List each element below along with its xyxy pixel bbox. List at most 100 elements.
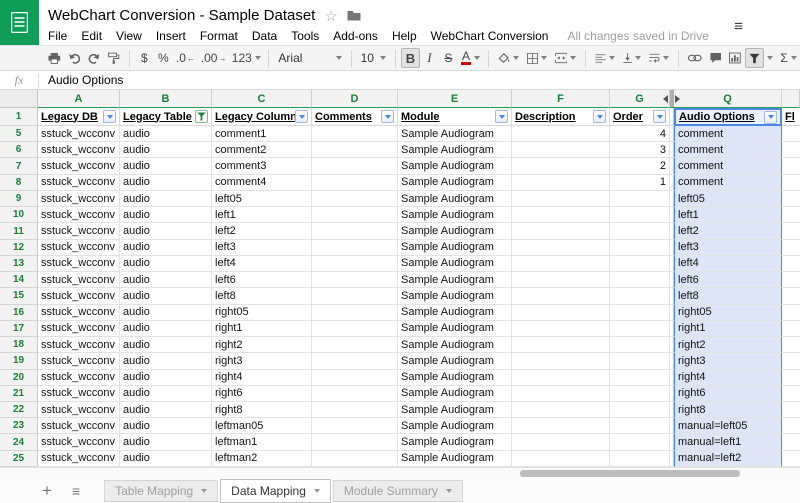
table-cell[interactable] xyxy=(782,288,800,304)
table-cell[interactable]: sstuck_wcconv xyxy=(38,370,120,386)
table-cell[interactable] xyxy=(512,142,610,158)
table-cell[interactable]: Sample Audiogram xyxy=(398,207,512,223)
table-cell[interactable] xyxy=(312,305,398,321)
row-number[interactable]: 1 xyxy=(0,108,38,126)
table-cell[interactable]: 1 xyxy=(610,175,670,191)
table-cell[interactable] xyxy=(782,240,800,256)
row-number[interactable]: 8 xyxy=(0,175,38,191)
italic-button[interactable]: I xyxy=(420,48,439,68)
add-sheet-button[interactable]: + xyxy=(42,482,52,499)
table-cell[interactable]: comment xyxy=(674,158,782,174)
header-cell-c[interactable]: Legacy Column xyxy=(212,108,312,126)
table-cell[interactable]: sstuck_wcconv xyxy=(38,272,120,288)
table-cell[interactable]: left3 xyxy=(674,240,782,256)
table-cell[interactable]: sstuck_wcconv xyxy=(38,158,120,174)
filter-dropdown-icon[interactable] xyxy=(381,110,394,123)
unhide-columns-right-icon[interactable] xyxy=(675,95,680,103)
table-cell[interactable]: Sample Audiogram xyxy=(398,402,512,418)
header-cell-e[interactable]: Module xyxy=(398,108,512,126)
fill-color-button[interactable] xyxy=(494,48,523,68)
table-cell[interactable]: right1 xyxy=(212,321,312,337)
table-cell[interactable] xyxy=(610,321,670,337)
table-cell[interactable] xyxy=(782,256,800,272)
table-cell[interactable] xyxy=(512,370,610,386)
table-cell[interactable] xyxy=(782,434,800,450)
table-cell[interactable]: left4 xyxy=(212,256,312,272)
table-cell[interactable] xyxy=(312,451,398,467)
table-cell[interactable]: audio xyxy=(120,305,212,321)
table-cell[interactable] xyxy=(610,240,670,256)
row-number[interactable]: 22 xyxy=(0,402,38,418)
table-cell[interactable]: comment2 xyxy=(212,142,312,158)
menu-webchart-conversion[interactable]: WebChart Conversion xyxy=(424,29,556,43)
table-cell[interactable]: audio xyxy=(120,272,212,288)
table-cell[interactable]: audio xyxy=(120,353,212,369)
table-cell[interactable]: audio xyxy=(120,223,212,239)
table-cell[interactable]: Sample Audiogram xyxy=(398,451,512,467)
table-cell[interactable]: audio xyxy=(120,142,212,158)
table-cell[interactable]: left4 xyxy=(674,256,782,272)
table-cell[interactable]: Sample Audiogram xyxy=(398,370,512,386)
table-cell[interactable]: right3 xyxy=(674,353,782,369)
chevron-down-icon[interactable] xyxy=(201,489,207,493)
bold-button[interactable]: B xyxy=(401,48,420,68)
table-cell[interactable]: left8 xyxy=(212,288,312,304)
row-number[interactable]: 17 xyxy=(0,321,38,337)
table-cell[interactable]: comment3 xyxy=(212,158,312,174)
header-cell-d[interactable]: Comments xyxy=(312,108,398,126)
table-cell[interactable] xyxy=(512,434,610,450)
table-cell[interactable]: Sample Audiogram xyxy=(398,418,512,434)
font-size-select[interactable]: 10 xyxy=(357,48,390,68)
table-cell[interactable] xyxy=(312,207,398,223)
unhide-columns-left-icon[interactable] xyxy=(663,95,668,103)
table-cell[interactable]: right6 xyxy=(674,386,782,402)
menu-file[interactable]: File xyxy=(48,29,74,43)
filter-dropdown-icon[interactable] xyxy=(295,110,308,123)
more-formats-button[interactable]: 123 xyxy=(229,48,263,68)
table-cell[interactable] xyxy=(312,370,398,386)
table-cell[interactable] xyxy=(512,240,610,256)
table-cell[interactable] xyxy=(512,223,610,239)
table-cell[interactable] xyxy=(610,434,670,450)
column-letter-d[interactable]: D xyxy=(312,90,398,108)
column-letter-r[interactable] xyxy=(782,90,800,108)
formula-input[interactable]: Audio Options xyxy=(39,73,800,87)
table-cell[interactable] xyxy=(512,305,610,321)
table-cell[interactable]: Sample Audiogram xyxy=(398,256,512,272)
tab-table-mapping[interactable]: Table Mapping xyxy=(104,480,218,502)
table-cell[interactable]: sstuck_wcconv xyxy=(38,175,120,191)
table-cell[interactable] xyxy=(312,321,398,337)
table-cell[interactable] xyxy=(782,191,800,207)
table-cell[interactable] xyxy=(782,272,800,288)
table-cell[interactable] xyxy=(782,305,800,321)
table-cell[interactable]: 3 xyxy=(610,142,670,158)
table-cell[interactable] xyxy=(312,191,398,207)
table-cell[interactable]: 2 xyxy=(610,158,670,174)
table-cell[interactable] xyxy=(782,353,800,369)
table-cell[interactable] xyxy=(782,402,800,418)
table-cell[interactable] xyxy=(782,175,800,191)
table-cell[interactable]: Sample Audiogram xyxy=(398,353,512,369)
table-cell[interactable]: right4 xyxy=(212,370,312,386)
table-cell[interactable] xyxy=(512,175,610,191)
table-cell[interactable]: Sample Audiogram xyxy=(398,321,512,337)
row-number[interactable]: 24 xyxy=(0,434,38,450)
table-cell[interactable]: audio xyxy=(120,370,212,386)
table-cell[interactable]: audio xyxy=(120,126,212,142)
table-cell[interactable]: Sample Audiogram xyxy=(398,434,512,450)
row-number[interactable]: 18 xyxy=(0,337,38,353)
table-cell[interactable] xyxy=(312,240,398,256)
table-cell[interactable]: right05 xyxy=(212,305,312,321)
row-number[interactable]: 16 xyxy=(0,305,38,321)
hamburger-icon[interactable]: ≡ xyxy=(734,18,743,35)
table-cell[interactable]: manual=left1 xyxy=(674,434,782,450)
text-color-button[interactable]: A xyxy=(458,48,483,68)
table-cell[interactable]: audio xyxy=(120,288,212,304)
insert-chart-button[interactable] xyxy=(725,48,745,68)
table-cell[interactable]: audio xyxy=(120,240,212,256)
row-number[interactable]: 10 xyxy=(0,207,38,223)
table-cell[interactable] xyxy=(512,207,610,223)
table-cell[interactable] xyxy=(512,191,610,207)
table-cell[interactable]: sstuck_wcconv xyxy=(38,240,120,256)
filter-dropdown-icon[interactable] xyxy=(593,110,606,123)
